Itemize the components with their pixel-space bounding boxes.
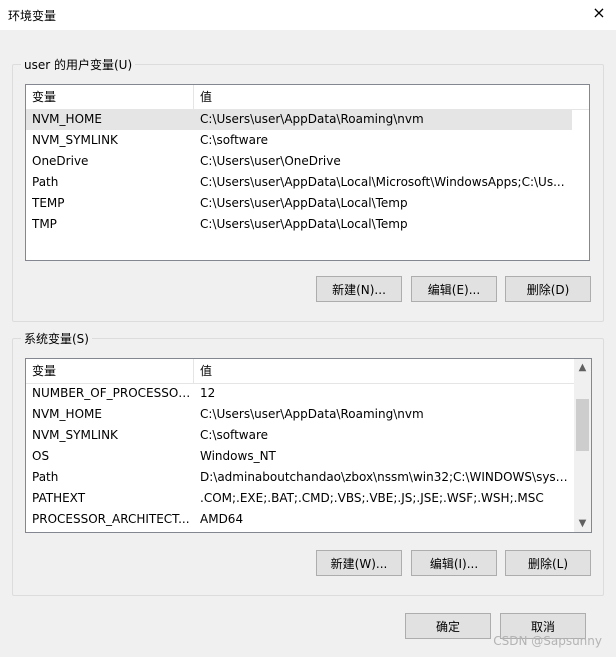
variable-value: C:\Users\user\AppData\Local\Microsoft\Wi…: [200, 175, 565, 189]
list-row[interactable]: TEMP C:\Users\user\AppData\Local\Temp: [26, 193, 572, 214]
list-row[interactable]: NVM_SYMLINK C:\software: [26, 130, 572, 151]
variable-value: C:\Users\user\OneDrive: [200, 154, 341, 168]
user-new-button[interactable]: 新建(N)...: [316, 276, 402, 302]
variable-name: NVM_HOME: [32, 112, 102, 126]
user-delete-button[interactable]: 删除(D): [505, 276, 591, 302]
column-header-name[interactable]: 变量: [26, 359, 194, 383]
variable-value: C:\Users\user\AppData\Local\Temp: [200, 217, 408, 231]
system-new-button[interactable]: 新建(W)...: [316, 550, 402, 576]
variable-name: OneDrive: [32, 154, 89, 168]
column-header-value[interactable]: 值: [194, 359, 574, 383]
variable-name: PROCESSOR_ARCHITECT...: [32, 512, 190, 526]
system-delete-button[interactable]: 删除(L): [505, 550, 591, 576]
variable-value: C:\software: [200, 133, 268, 147]
variable-name: TMP: [32, 217, 57, 231]
list-header: 变量 值: [26, 359, 574, 384]
ok-button[interactable]: 确定: [405, 613, 491, 639]
column-header-value[interactable]: 值: [194, 85, 589, 109]
variable-value: AMD64: [200, 512, 244, 526]
scroll-up-arrow-icon[interactable]: ▲: [574, 359, 591, 376]
variable-name: PATHEXT: [32, 491, 86, 505]
scroll-down-arrow-icon[interactable]: ▼: [574, 515, 591, 532]
variable-value: .COM;.EXE;.BAT;.CMD;.VBS;.VBE;.JS;.JSE;.…: [200, 491, 544, 505]
list-header: 变量 值: [26, 85, 589, 110]
window-title: 环境变量: [8, 9, 57, 23]
variable-value: D:\adminaboutchandao\zbox\nssm\win32;C:\…: [200, 470, 568, 484]
variable-name: OS: [32, 449, 50, 463]
variable-name: NVM_SYMLINK: [32, 428, 118, 442]
user-edit-button[interactable]: 编辑(E)...: [411, 276, 497, 302]
list-row[interactable]: Path C:\Users\user\AppData\Local\Microso…: [26, 172, 572, 193]
list-row[interactable]: PATHEXT .COM;.EXE;.BAT;.CMD;.VBS;.VBE;.J…: [26, 488, 574, 509]
variable-value: C:\Users\user\AppData\Roaming\nvm: [200, 112, 424, 126]
variable-value: C:\Users\user\AppData\Roaming\nvm: [200, 407, 424, 421]
list-row[interactable]: NVM_HOME C:\Users\user\AppData\Roaming\n…: [26, 404, 574, 425]
system-variables-legend: 系统变量(S): [21, 330, 92, 347]
list-row[interactable]: PROCESSOR_ARCHITECT... AMD64: [26, 509, 574, 530]
list-row[interactable]: NVM_SYMLINK C:\software: [26, 425, 574, 446]
variable-value: Windows_NT: [200, 449, 276, 463]
variable-value: C:\software: [200, 428, 268, 442]
variable-name: NVM_HOME: [32, 407, 102, 421]
system-edit-button[interactable]: 编辑(I)...: [411, 550, 497, 576]
list-row[interactable]: TMP C:\Users\user\AppData\Local\Temp: [26, 214, 572, 235]
user-variables-legend: user 的用户变量(U): [21, 56, 136, 73]
system-variables-list[interactable]: 变量 值 NUMBER_OF_PROCESSORS 12 NVM_HOME C:…: [25, 358, 592, 533]
variable-name: NVM_SYMLINK: [32, 133, 118, 147]
list-row[interactable]: OS Windows_NT: [26, 446, 574, 467]
variable-name: Path: [32, 175, 59, 189]
list-row[interactable]: NVM_HOME C:\Users\user\AppData\Roaming\n…: [26, 109, 572, 130]
user-variables-list[interactable]: 变量 值 NVM_HOME C:\Users\user\AppData\Roam…: [25, 84, 590, 261]
variable-name: TEMP: [32, 196, 65, 210]
variable-value: C:\Users\user\AppData\Local\Temp: [200, 196, 408, 210]
vertical-scrollbar[interactable]: ▲ ▼: [574, 359, 591, 532]
variable-name: NUMBER_OF_PROCESSORS: [32, 386, 192, 400]
column-header-name[interactable]: 变量: [26, 85, 194, 109]
list-row[interactable]: OneDrive C:\Users\user\OneDrive: [26, 151, 572, 172]
variable-name: Path: [32, 470, 59, 484]
list-row[interactable]: NUMBER_OF_PROCESSORS 12: [26, 383, 574, 404]
variable-value: 12: [200, 386, 216, 400]
scrollbar-thumb[interactable]: [576, 399, 589, 451]
title-bar: 环境变量 ×: [0, 0, 616, 30]
close-icon[interactable]: ×: [590, 4, 608, 22]
list-row[interactable]: Path D:\adminaboutchandao\zbox\nssm\win3…: [26, 467, 574, 488]
watermark: CSDN @Sapsunny: [493, 634, 602, 648]
